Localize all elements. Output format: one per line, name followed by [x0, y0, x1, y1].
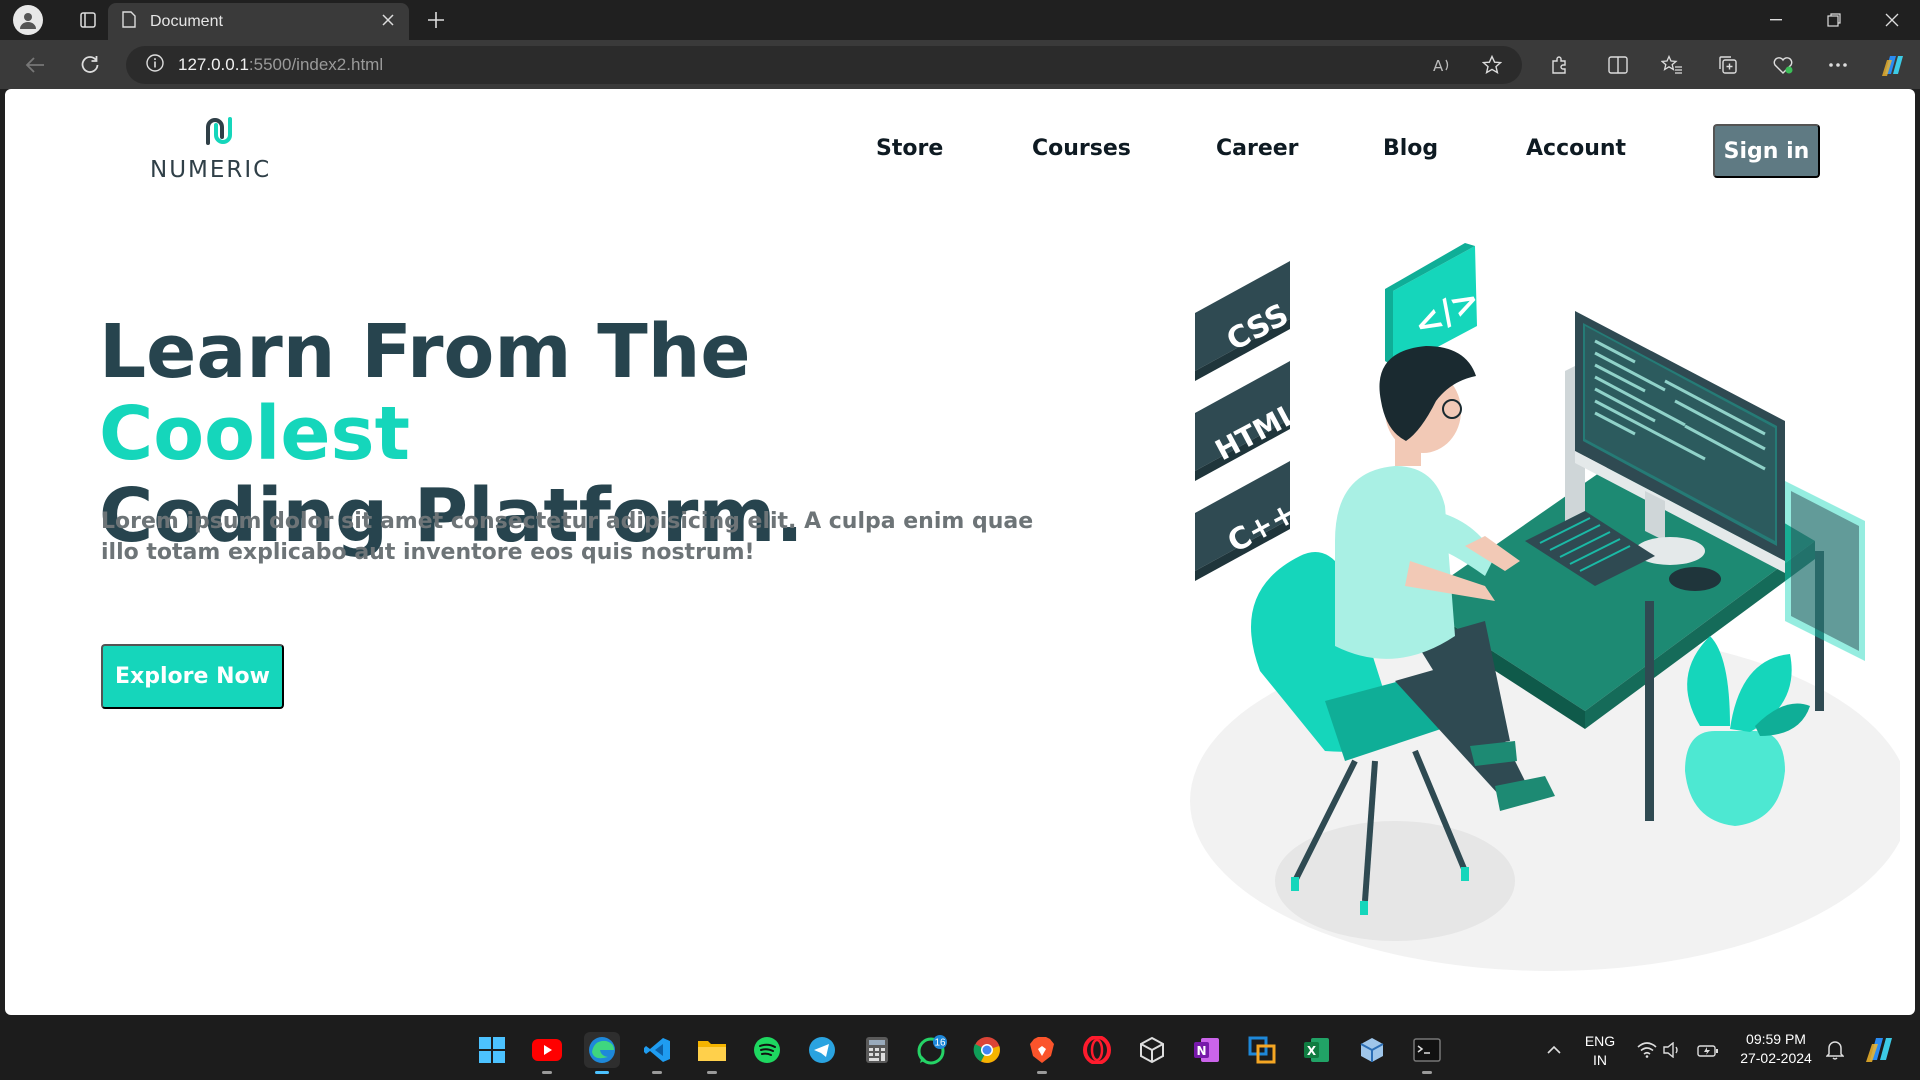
url-text: 127.0.0.1:5500/index2.html	[178, 55, 384, 74]
browser-essentials-icon[interactable]	[1768, 50, 1798, 80]
excel-icon[interactable]: X	[1299, 1032, 1335, 1068]
new-tab-icon[interactable]	[422, 6, 450, 34]
css-badge-icon: CSS	[1195, 261, 1294, 381]
onenote-icon[interactable]: N	[1189, 1032, 1225, 1068]
chrome-icon[interactable]	[969, 1032, 1005, 1068]
nav-link-store[interactable]: Store	[876, 136, 943, 161]
extensions-icon[interactable]	[1544, 50, 1574, 80]
start-windows-icon[interactable]	[474, 1032, 510, 1068]
explore-now-button[interactable]: Explore Now	[101, 644, 284, 709]
restore-icon[interactable]	[1806, 0, 1862, 40]
calculator-icon[interactable]	[859, 1032, 895, 1068]
svg-text:N: N	[1196, 1044, 1206, 1058]
wifi-icon[interactable]	[1636, 1039, 1658, 1061]
collections-icon[interactable]	[1713, 50, 1743, 80]
virtualbox-icon[interactable]	[1354, 1032, 1390, 1068]
edge-browser-icon[interactable]	[584, 1032, 620, 1074]
nav-link-courses[interactable]: Courses	[1032, 136, 1131, 161]
spotify-icon[interactable]	[749, 1032, 785, 1068]
numeric-logo[interactable]: NUMERIC	[150, 115, 290, 185]
close-tab-icon[interactable]	[381, 12, 395, 31]
tab-title: Document	[150, 12, 223, 30]
minimize-icon[interactable]	[1748, 0, 1804, 40]
unity-icon[interactable]	[1134, 1032, 1170, 1068]
favorites-icon[interactable]	[1657, 50, 1687, 80]
back-icon[interactable]	[20, 50, 50, 80]
vscode-icon[interactable]	[639, 1032, 675, 1074]
split-screen-icon[interactable]	[1603, 50, 1633, 80]
web-page: NUMERIC Store Courses Career Blog Accoun…	[5, 89, 1915, 1015]
page-icon	[122, 11, 136, 32]
hero-title-accent: Coolest	[99, 391, 410, 477]
battery-icon[interactable]	[1697, 1039, 1719, 1061]
nav-link-career[interactable]: Career	[1216, 136, 1299, 161]
nav-link-account[interactable]: Account	[1526, 136, 1626, 161]
opera-icon[interactable]	[1079, 1032, 1115, 1068]
close-window-icon[interactable]	[1864, 0, 1920, 40]
site-info-icon[interactable]	[146, 54, 164, 76]
tab-actions-icon[interactable]	[73, 5, 103, 35]
whatsapp-icon[interactable]: 16	[914, 1032, 950, 1068]
terminal-icon[interactable]	[1409, 1032, 1445, 1074]
whatsapp-badge: 16	[934, 1038, 946, 1049]
svg-text:A: A	[1433, 57, 1444, 74]
language-indicator[interactable]: ENG IN	[1578, 1032, 1622, 1070]
cpp-badge-icon: C++	[1195, 461, 1302, 581]
copilot-taskbar-icon[interactable]	[1864, 1034, 1898, 1064]
logo-mark-icon	[206, 117, 232, 145]
hero-title-plain: Learn From The	[99, 309, 751, 395]
notification-bell-icon[interactable]	[1824, 1039, 1846, 1061]
address-field[interactable]: 127.0.0.1:5500/index2.html	[126, 46, 1522, 84]
youtube-icon[interactable]	[529, 1032, 565, 1074]
clock[interactable]: 09:59 PM 27-02-2024	[1732, 1030, 1820, 1068]
sign-in-button[interactable]: Sign in	[1713, 124, 1820, 178]
logo-text: NUMERIC	[150, 157, 272, 183]
hero-description: Lorem ipsum dolor sit amet consectetur a…	[101, 509, 1034, 565]
nav-link-blog[interactable]: Blog	[1383, 136, 1438, 161]
more-options-icon[interactable]	[1823, 50, 1853, 80]
brave-icon[interactable]	[1024, 1032, 1060, 1074]
favorite-star-icon[interactable]	[1477, 50, 1507, 80]
browser-tab[interactable]: Document	[108, 3, 409, 40]
chevron-up-icon[interactable]	[1543, 1039, 1565, 1061]
profile-avatar-icon[interactable]	[13, 5, 43, 35]
telegram-icon[interactable]	[804, 1032, 840, 1068]
taskbar	[0, 1020, 1920, 1080]
volume-icon[interactable]	[1662, 1039, 1684, 1061]
svg-text:X: X	[1307, 1044, 1317, 1058]
copilot-icon[interactable]	[1878, 50, 1908, 80]
file-explorer-icon[interactable]	[694, 1032, 730, 1074]
developer-illustration: CSS HTML C++ </>	[1190, 243, 1900, 971]
virtual-machine-icon[interactable]	[1244, 1032, 1280, 1068]
refresh-icon[interactable]	[75, 50, 105, 80]
read-aloud-icon[interactable]: A	[1427, 50, 1457, 80]
